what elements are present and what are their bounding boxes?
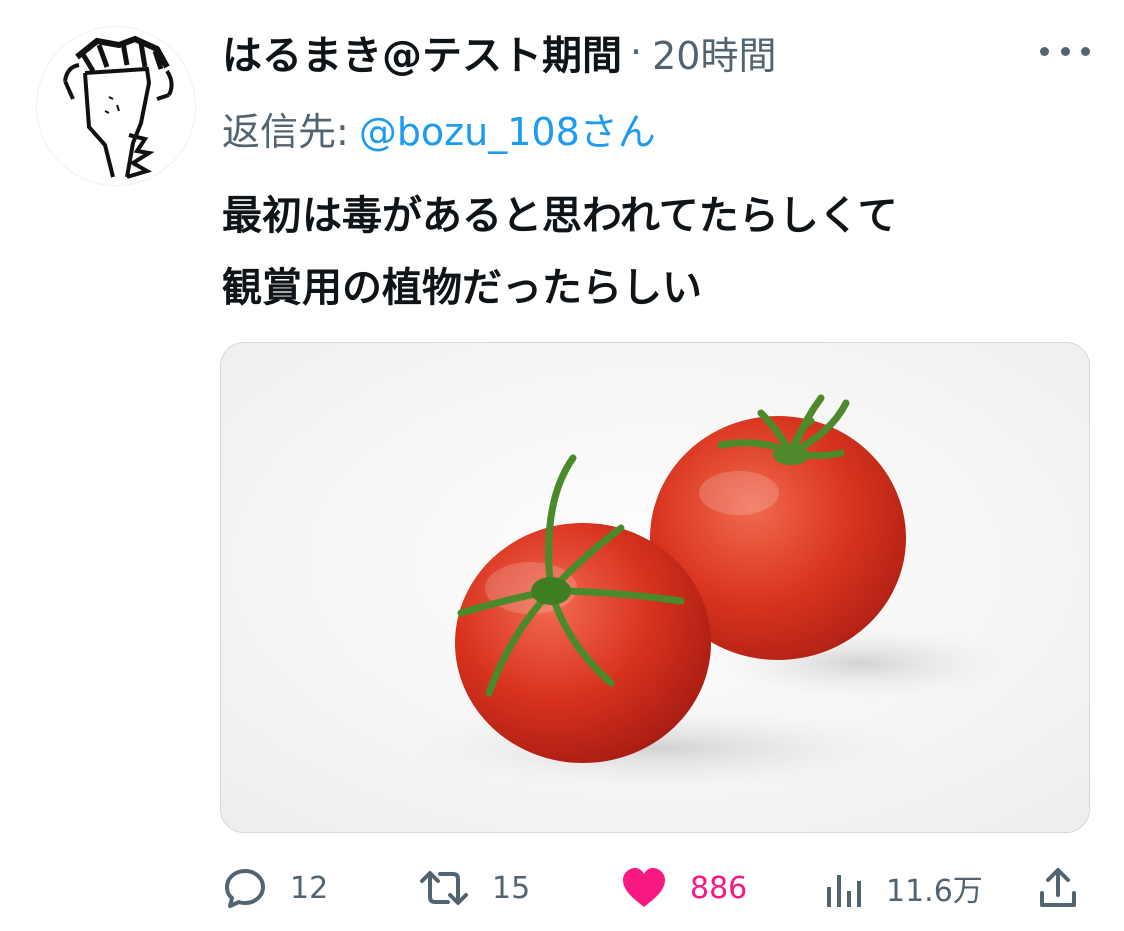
views-bars-icon xyxy=(827,875,861,907)
retweet-count: 15 xyxy=(492,870,531,906)
tweet-image[interactable] xyxy=(220,342,1090,833)
separator-dot: · xyxy=(630,30,643,74)
tweet-header: はるまき@テスト期間 · 20時間 xyxy=(222,22,1022,82)
reply-bubble-icon xyxy=(225,869,265,908)
reply-button[interactable]: 12 xyxy=(222,855,328,921)
author-name[interactable]: はるまき@テスト期間 xyxy=(222,23,622,81)
action-bar: 12 15 886 11.6万 xyxy=(0,855,1124,921)
share-button[interactable] xyxy=(1038,855,1078,921)
views-count: 11.6万 xyxy=(886,874,983,909)
timestamp[interactable]: 20時間 xyxy=(652,25,776,80)
reply-handle-link[interactable]: @bozu_108さん xyxy=(359,101,656,156)
reply-prefix: 返信先: xyxy=(222,109,349,154)
avatar-drawing xyxy=(37,27,195,185)
like-button[interactable]: 886 xyxy=(620,855,747,921)
retweet-icon xyxy=(420,871,468,905)
like-count: 886 xyxy=(690,870,748,906)
heart-icon xyxy=(623,868,665,907)
views-button[interactable]: 11.6万 xyxy=(824,855,983,921)
tomato-photo xyxy=(221,343,1089,832)
tweet-text: 最初は毒があると思われてたらしくて 観賞用の植物だったらしい xyxy=(222,180,1102,324)
reply-to-line: 返信先: @bozu_108さん xyxy=(222,100,656,156)
reply-count: 12 xyxy=(290,870,329,906)
retweet-button[interactable]: 15 xyxy=(418,855,530,921)
avatar[interactable] xyxy=(36,26,196,186)
tweet-text-line: 観賞用の植物だったらしい xyxy=(222,265,702,311)
share-icon xyxy=(1040,868,1076,907)
more-dots-icon[interactable] xyxy=(1040,34,1090,68)
tweet-text-line: 最初は毒があると思われてたらしくて xyxy=(222,193,898,239)
